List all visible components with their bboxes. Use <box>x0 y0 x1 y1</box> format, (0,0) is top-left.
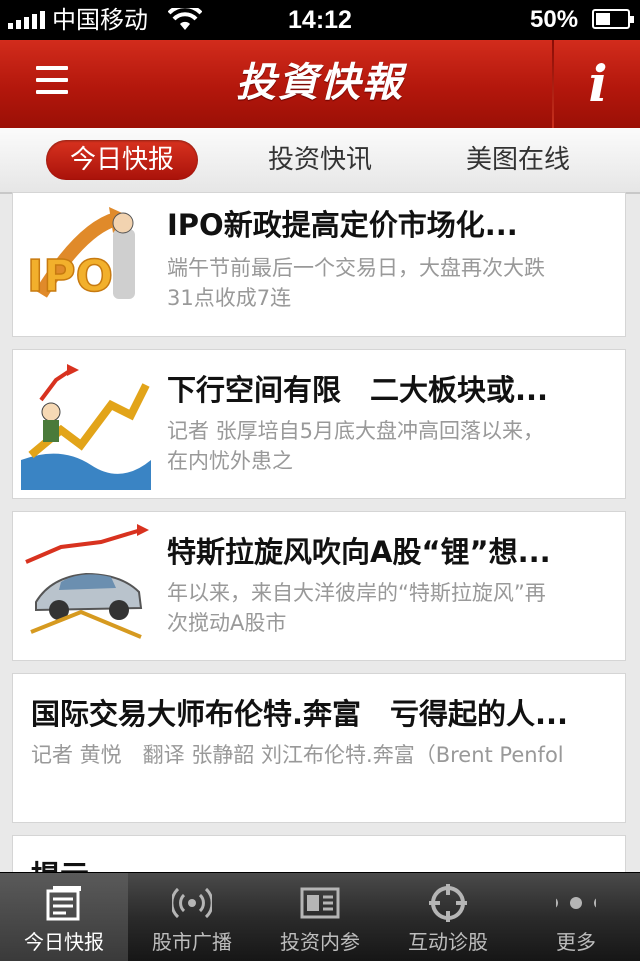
more-dots-icon <box>556 897 596 909</box>
header-divider <box>552 40 554 128</box>
tabbar-label: 股市广播 <box>152 930 232 954</box>
article-summary: 记者 黄悦 翻译 张静韶 刘江布伦特.奔富（Brent Penfol <box>31 743 564 767</box>
report-icon <box>300 887 340 919</box>
article-headline: 下行空间有限 二大板块或... <box>167 373 549 407</box>
tabbar-label: 更多 <box>556 930 596 954</box>
tab-photo-gallery[interactable]: 美图在线 <box>442 140 594 180</box>
tabbar-today-news[interactable]: 今日快报 <box>0 873 128 961</box>
news-icon <box>46 886 81 921</box>
tabbar-label: 今日快报 <box>24 930 104 954</box>
article-thumbnail <box>21 360 151 490</box>
broadcast-icon <box>172 887 212 919</box>
article-summary: 记者 张厚培自5月底大盘冲高回落以来，在内忧外患之 <box>167 419 545 473</box>
article-summary: 年以来，来自大洋彼岸的“特斯拉旋风”再次搅动A股市 <box>167 581 546 635</box>
article-headline: IPO新政提高定价市场化... <box>167 208 518 242</box>
rising-arrows-illustration <box>21 360 151 490</box>
article-headline: 国际交易大师布伦特.奔富 亏得起的人... <box>31 697 569 731</box>
tabbar-label: 投资内参 <box>280 930 360 954</box>
article-card[interactable]: 特斯拉旋风吹向A股“锂”想... 年以来，来自大洋彼岸的“特斯拉旋风”再次搅动A… <box>12 511 626 661</box>
battery-percent: 50% <box>530 6 579 33</box>
tabbar-stock-diagnosis[interactable]: 互动诊股 <box>384 873 512 961</box>
tesla-car-illustration <box>21 522 151 652</box>
article-thumbnail: IPO <box>21 199 151 329</box>
article-headline: 特斯拉旋风吹向A股“锂”想... <box>167 535 551 569</box>
tab-today-news[interactable]: 今日快报 <box>46 140 198 180</box>
tabbar-label: 互动诊股 <box>408 930 488 954</box>
article-summary: 端午节前最后一个交易日，大盘再次大跌31点收成7连 <box>167 256 545 310</box>
app-title-logo: 投資快報 <box>236 59 404 106</box>
crosshair-icon <box>429 884 467 922</box>
article-thumbnail <box>21 522 151 652</box>
tabbar-market-broadcast[interactable]: 股市广播 <box>128 873 256 961</box>
article-card[interactable]: 国际交易大师布伦特.奔富 亏得起的人... 记者 黄悦 翻译 张静韶 刘江布伦特… <box>12 673 626 823</box>
bottom-tab-bar: 今日快报 股市广播 投资内参 互动诊股 更多 <box>0 872 640 961</box>
tabbar-more[interactable]: 更多 <box>512 873 640 961</box>
status-bar: 中国移动 14:12 50% <box>0 0 640 40</box>
article-card[interactable]: 下行空间有限 二大板块或... 记者 张厚培自5月底大盘冲高回落以来，在内忧外患… <box>12 349 626 499</box>
category-tabs: 今日快报 投资快讯 美图在线 <box>0 128 640 194</box>
ipo-thumb-text: IPO <box>27 251 113 302</box>
article-card[interactable]: IPO IPO新政提高定价市场化... 端午节前最后一个交易日，大盘再次大跌31… <box>12 192 626 337</box>
tabbar-insider-report[interactable]: 投资内参 <box>256 873 384 961</box>
app-header: 投資快報 i <box>0 40 640 129</box>
ipo-illustration: IPO <box>21 199 151 329</box>
tab-investment-news[interactable]: 投资快讯 <box>244 140 396 180</box>
info-button[interactable]: i <box>556 40 640 128</box>
battery-icon <box>592 9 634 29</box>
